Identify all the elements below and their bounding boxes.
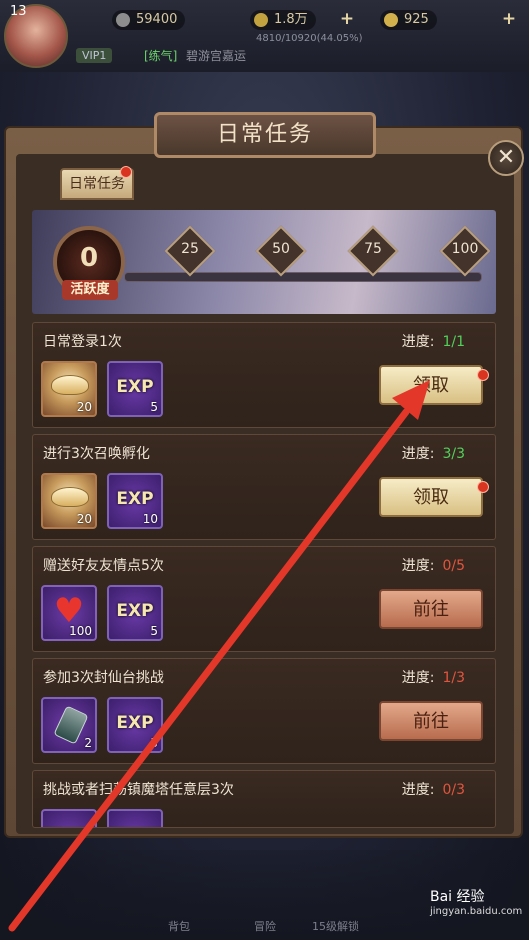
task-progress: 进度: 0/5 (401, 558, 465, 574)
task-progress: 进度: 0/3 (401, 782, 465, 798)
claim-button[interactable]: 领取 (379, 477, 483, 517)
exp-icon[interactable]: EXP 10 (107, 473, 163, 529)
claim-button[interactable]: 领取 (379, 365, 483, 405)
gold-ingot-icon[interactable]: 20 (41, 361, 97, 417)
task-row: 赠送好友友情点5次 进度: 0/5 ♥ 100 EXP 5 前往 (32, 546, 496, 652)
player-level: 13 (10, 4, 27, 19)
activity-progress-bar (124, 272, 482, 282)
exp-text: 4810/10920(44.05%) (256, 33, 363, 44)
task-row: 进行3次召唤孵化 进度: 3/3 20 EXP 10 领取 (32, 434, 496, 540)
tab-notification-dot (120, 166, 132, 178)
close-icon[interactable]: ✕ (488, 140, 524, 176)
task-name: 进行3次召唤孵化 (43, 446, 150, 462)
currency-ingot: 925 (380, 10, 437, 30)
task-name: 日常登录1次 (43, 334, 122, 350)
go-button[interactable]: 前往 (379, 589, 483, 629)
currency-gold: 1.8万 (250, 10, 316, 30)
milestone-label: 75 (364, 241, 382, 257)
guild-tag: [练气] (144, 49, 178, 63)
exp-icon[interactable]: EXP 5 (107, 361, 163, 417)
watermark: Bai 经验 jingyan.baidu.com (430, 889, 523, 917)
add-ingot-button[interactable]: + (500, 10, 518, 28)
activity-label: 活跃度 (62, 280, 118, 300)
vip-badge[interactable]: VIP1 (76, 48, 113, 63)
claim-notification-dot (477, 481, 489, 493)
coin-icon (116, 13, 130, 27)
exp-icon[interactable] (107, 809, 163, 827)
nav-item-adventure[interactable]: 冒险 (254, 918, 276, 934)
gold-ingot-icon[interactable]: 20 (41, 473, 97, 529)
claim-notification-dot (477, 369, 489, 381)
gold-icon (254, 13, 268, 27)
reward-icon[interactable] (41, 809, 97, 827)
task-progress: 进度: 1/3 (401, 670, 465, 686)
guild-name: 碧游宫嘉运 (186, 49, 247, 63)
nav-item-locked[interactable]: 15级解锁 (312, 918, 359, 934)
task-name: 参加3次封仙台挑战 (43, 670, 164, 686)
task-name: 挑战或者扫荡镇魔塔任意层3次 (43, 782, 234, 798)
milestone-label: 100 (451, 241, 479, 257)
task-row: 挑战或者扫荡镇魔塔任意层3次 进度: 0/3 (32, 770, 496, 828)
milestone-label: 50 (272, 241, 290, 257)
add-gold-button[interactable]: + (338, 10, 356, 28)
heart-icon[interactable]: ♥ 100 (41, 585, 97, 641)
nav-item-bag[interactable]: 背包 (168, 918, 190, 934)
currency-coins: 59400 (112, 10, 186, 30)
panel-title: 日常任务 (154, 112, 376, 158)
exp-icon[interactable]: EXP 5 (107, 697, 163, 753)
task-name: 赠送好友友情点5次 (43, 558, 164, 574)
task-row: 日常登录1次 进度: 1/1 20 EXP 5 领取 (32, 322, 496, 428)
task-row: 参加3次封仙台挑战 进度: 1/3 2 EXP 5 前往 (32, 658, 496, 764)
milestone-label: 25 (181, 241, 199, 257)
ingot-icon (384, 13, 398, 27)
top-status-bar: 13 59400 1.8万 + 925 + 4810/10920(44.05%)… (0, 0, 529, 72)
task-progress: 进度: 3/3 (401, 446, 465, 462)
exp-icon[interactable]: EXP 5 (107, 585, 163, 641)
armor-icon[interactable]: 2 (41, 697, 97, 753)
go-button[interactable]: 前往 (379, 701, 483, 741)
task-progress: 进度: 1/1 (401, 334, 465, 350)
